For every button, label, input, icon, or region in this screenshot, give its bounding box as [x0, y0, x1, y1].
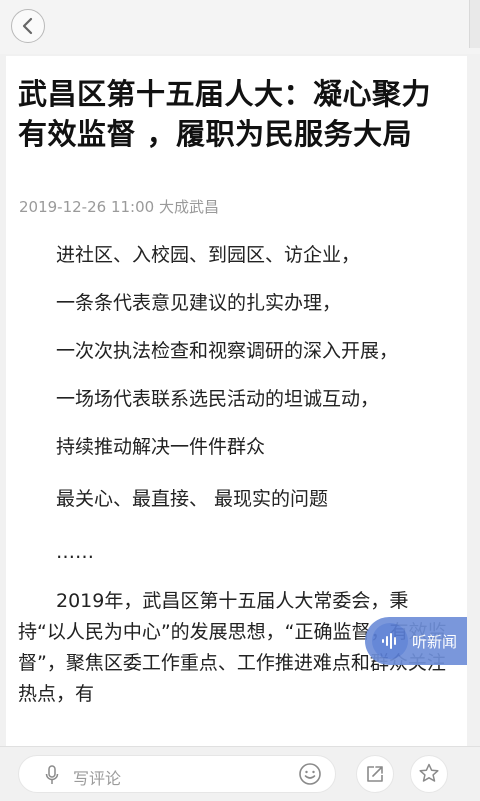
- chevron-left-icon: [22, 17, 33, 35]
- top-right-edge: [469, 0, 480, 48]
- article-title: 武昌区第十五届人大：凝心聚力有效监督 ，履职为民服务大局: [18, 77, 432, 151]
- article-meta: 2019-12-26 11:00 大成武昌: [19, 196, 219, 217]
- comment-input[interactable]: 写评论: [18, 755, 336, 793]
- paragraph: 一条条代表意见建议的扎实办理，: [56, 292, 342, 314]
- favorite-button[interactable]: [410, 755, 448, 793]
- back-button[interactable]: [11, 9, 45, 43]
- microphone-icon: [45, 765, 59, 784]
- audio-wave-icon: [372, 623, 408, 659]
- article-date: 2019-12-26 11:00: [19, 198, 155, 216]
- share-button[interactable]: [356, 755, 394, 793]
- listen-news-button[interactable]: 听新闻: [365, 617, 467, 665]
- paragraph: 进社区、入校园、到园区、访企业，: [56, 244, 361, 266]
- paragraph: 持续推动解决一件件群众: [56, 436, 266, 458]
- paragraph: 一场场代表联系选民活动的坦诚互动，: [56, 388, 380, 410]
- listen-label: 听新闻: [412, 633, 458, 651]
- paragraph: 最关心、最直接、 最现实的问题: [56, 488, 329, 510]
- bottom-bar: 写评论: [0, 746, 480, 801]
- star-icon: [419, 763, 439, 782]
- paragraph: 一次次执法检查和视察调研的深入开展，: [56, 340, 399, 362]
- emoji-icon[interactable]: [298, 762, 322, 786]
- article-source[interactable]: 大成武昌: [159, 198, 219, 216]
- paragraph: ……: [56, 541, 94, 563]
- comment-placeholder: 写评论: [73, 769, 122, 788]
- top-bar: [0, 0, 480, 54]
- share-icon: [367, 766, 383, 782]
